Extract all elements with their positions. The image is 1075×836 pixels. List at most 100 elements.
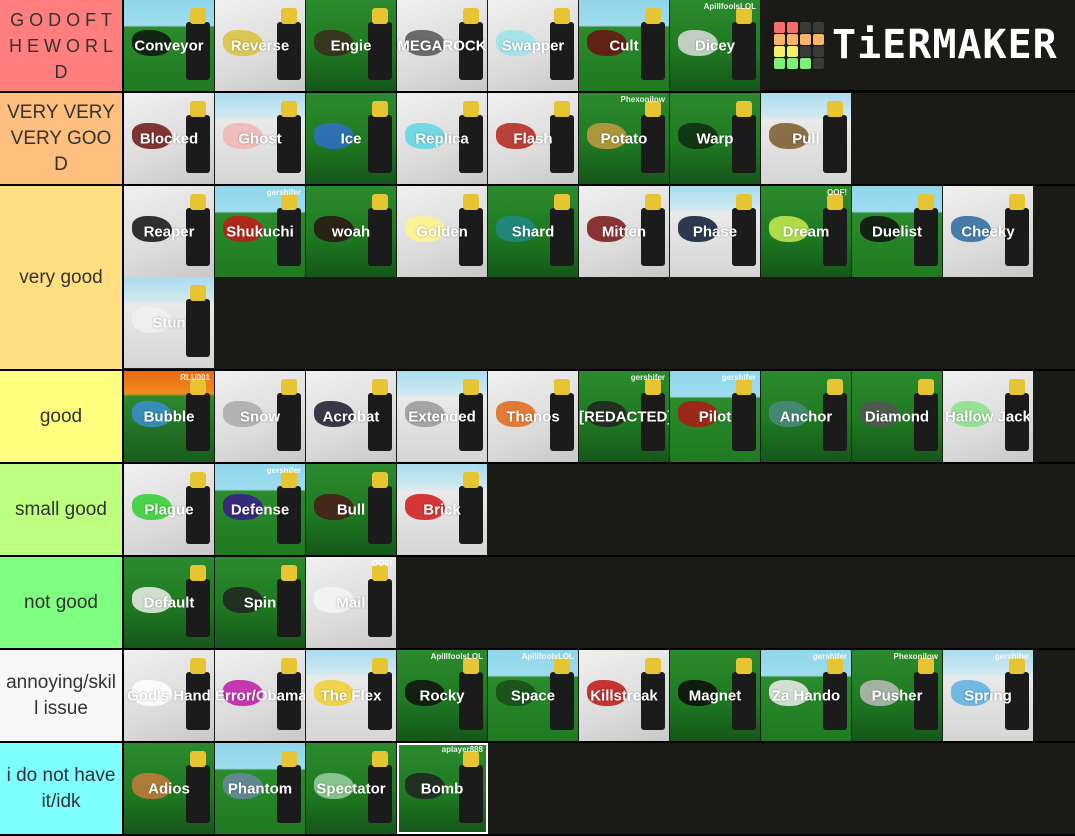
tier-item-dream[interactable]: OOF! Dream: [761, 186, 852, 277]
tier-item-warp[interactable]: Warp: [670, 93, 761, 184]
username-tag: aplayer888: [441, 745, 483, 754]
tier-item-reverse[interactable]: Reverse: [215, 0, 306, 91]
avatar-head: [372, 101, 388, 117]
tile-caption: Engie: [330, 37, 372, 54]
tier-label[interactable]: good: [0, 371, 124, 462]
tile-caption: Pilot: [698, 408, 732, 425]
tile-caption: Brick: [423, 501, 461, 518]
tile-caption: Stun: [152, 314, 186, 331]
tier-item-adios[interactable]: Adios: [124, 743, 215, 834]
tier-item-cheeky[interactable]: Cheeky: [943, 186, 1034, 277]
username-tag: Phexonilow: [620, 95, 665, 104]
tier-items: Blocked Ghost Ice Replica Flash Phexonilow Pot…: [124, 93, 1075, 184]
tier-item-cult[interactable]: Cult: [579, 0, 670, 91]
tier-label[interactable]: i do not have it/idk: [0, 743, 124, 834]
tier-item-hallow-jack[interactable]: Hallow Jack: [943, 371, 1034, 462]
avatar-head: [372, 194, 388, 210]
tier-item-plague[interactable]: Plague: [124, 464, 215, 555]
tier-item-mitten[interactable]: Mitten: [579, 186, 670, 277]
tier-item-golden[interactable]: Golden: [397, 186, 488, 277]
tier-item-reaper[interactable]: Reaper: [124, 186, 215, 277]
tier-item-error-obama[interactable]: Error/Obama: [215, 650, 306, 741]
tier-item-magnet[interactable]: Magnet: [670, 650, 761, 741]
tier-item-shard[interactable]: Shard: [488, 186, 579, 277]
tier-item-pusher[interactable]: Phexonilow Pusher: [852, 650, 943, 741]
logo-cell: [787, 33, 798, 45]
tier-item-za-hando[interactable]: gershifer Za Hando: [761, 650, 852, 741]
tier-item-bomb[interactable]: aplayer888 Bomb: [397, 743, 488, 834]
tier-item-space[interactable]: ApillfoolsLOL Space: [488, 650, 579, 741]
tier-item-blocked[interactable]: Blocked: [124, 93, 215, 184]
avatar-head: [281, 751, 297, 767]
tile-caption: Snow: [240, 408, 280, 425]
avatar-head: [736, 101, 752, 117]
avatar-head: [554, 194, 570, 210]
tier-item-phantom[interactable]: Phantom: [215, 743, 306, 834]
logo-cell: [813, 33, 824, 45]
tier-label[interactable]: small good: [0, 464, 124, 555]
tier-item-pull[interactable]: Pull: [761, 93, 852, 184]
tier-item-ice[interactable]: Ice: [306, 93, 397, 184]
tier-item-rocky[interactable]: ApillfoolsLOL Rocky: [397, 650, 488, 741]
tile-caption: Hallow Jack: [945, 408, 1031, 425]
tier-item-ghost[interactable]: Ghost: [215, 93, 306, 184]
tier-item-snow[interactable]: Snow: [215, 371, 306, 462]
avatar-head: [645, 8, 661, 24]
tier-item-the-flex[interactable]: The Flex: [306, 650, 397, 741]
tier-item-diamond[interactable]: Diamond: [852, 371, 943, 462]
tier-item-flash[interactable]: Flash: [488, 93, 579, 184]
tier-label[interactable]: VERY VERY VERY GOOD: [0, 93, 124, 184]
tier-item-pilot[interactable]: gershifer Pilot: [670, 371, 761, 462]
tier-item-brick[interactable]: Brick: [397, 464, 488, 555]
avatar-head: [554, 8, 570, 24]
tier-item-defense[interactable]: gershifer Defense: [215, 464, 306, 555]
tier-label[interactable]: G O D O F T H E W O R L D: [0, 0, 124, 91]
tier-item-thanos[interactable]: Thanos: [488, 371, 579, 462]
tier-item-acrobat[interactable]: Acrobat: [306, 371, 397, 462]
tier-label[interactable]: very good: [0, 186, 124, 369]
tier-item-redacted[interactable]: gershifer [REDACTED]: [579, 371, 670, 462]
tier-item-default[interactable]: Default: [124, 557, 215, 648]
logo-cell: [774, 45, 785, 57]
tier-item-shukuchi[interactable]: gershifer Shukuchi: [215, 186, 306, 277]
tier-item-megarock[interactable]: MEGAROCK: [397, 0, 488, 91]
username-tag: Phexonilow: [893, 652, 938, 661]
tile-caption: woah: [331, 223, 371, 240]
tile-caption: Pull: [792, 130, 820, 147]
tier-item-stun[interactable]: Stun: [124, 277, 215, 368]
tier-item-killstreak[interactable]: Killstreak: [579, 650, 670, 741]
tier-item-swapper[interactable]: Swapper: [488, 0, 579, 91]
avatar-head: [554, 101, 570, 117]
tier-label[interactable]: annoying/skill issue: [0, 650, 124, 741]
tile-caption: Thanos: [506, 408, 560, 425]
tier-item-duelist[interactable]: Duelist: [852, 186, 943, 277]
tile-caption: Conveyor: [134, 37, 204, 54]
tier-item-extended[interactable]: Extended: [397, 371, 488, 462]
tile-caption: Warp: [696, 130, 734, 147]
tier-item-replica[interactable]: Replica: [397, 93, 488, 184]
tier-item-dicey[interactable]: ApillfoolsLOL Dicey: [670, 0, 761, 91]
tier-item-spin[interactable]: Spin: [215, 557, 306, 648]
tile-caption: Spin: [243, 594, 277, 611]
tier-items: Reaper gershifer Shukuchi woah Golden Shard Mi…: [124, 186, 1075, 369]
tile-caption: Phantom: [227, 780, 293, 797]
tier-item-bull[interactable]: Bull: [306, 464, 397, 555]
avatar-head: [190, 472, 206, 488]
tier-item-woah[interactable]: woah: [306, 186, 397, 277]
tile-caption: Error/Obama: [215, 687, 305, 704]
tier-item-engie[interactable]: Engie: [306, 0, 397, 91]
tier-item-conveyor[interactable]: Conveyor: [124, 0, 215, 91]
tier-item-bubble[interactable]: RLU001 Bubble: [124, 371, 215, 462]
tier-item-anchor[interactable]: Anchor: [761, 371, 852, 462]
tier-item-potato[interactable]: Phexonilow Potato: [579, 93, 670, 184]
avatar-head: [463, 101, 479, 117]
tier-item-god-s-hand[interactable]: God's Hand: [124, 650, 215, 741]
tier-item-phase[interactable]: Phase: [670, 186, 761, 277]
tier-row: i do not have it/idk Adios Phantom Spectato…: [0, 743, 1075, 836]
avatar-head: [463, 8, 479, 24]
tier-label[interactable]: not good: [0, 557, 124, 648]
avatar-head: [190, 8, 206, 24]
tier-item-spring[interactable]: gershifer Spring: [943, 650, 1034, 741]
tier-item-spectator[interactable]: Spectator: [306, 743, 397, 834]
tier-item-mail[interactable]: OOF! Mail: [306, 557, 397, 648]
